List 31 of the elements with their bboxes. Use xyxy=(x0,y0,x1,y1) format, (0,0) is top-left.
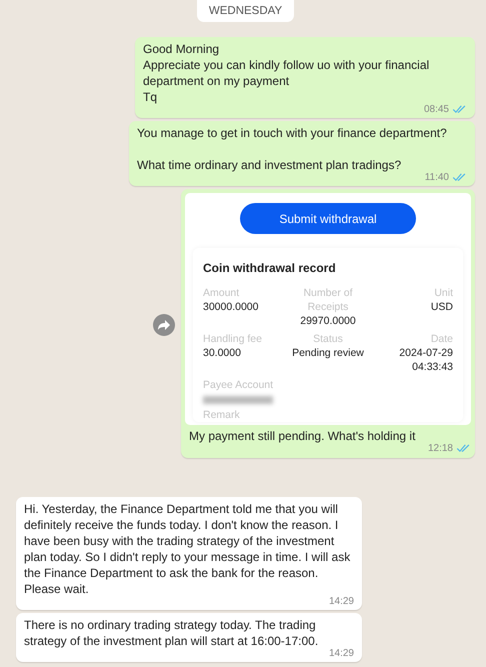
message-time: 14:29 xyxy=(328,648,354,659)
field-label: Amount xyxy=(203,286,240,300)
field-label: Status xyxy=(312,332,344,346)
date-chip: WEDNESDAY xyxy=(196,0,294,22)
submit-withdrawal-button[interactable]: Submit withdrawal xyxy=(240,203,416,234)
field-label: Remark xyxy=(203,408,241,422)
field-value: Pending review xyxy=(291,346,365,360)
field-label: Unit xyxy=(433,286,453,300)
message-text: Hi. Yesterday, the Finance Department told me that you will definitely receive the funds today. I don't know the reason. I have been busy with the trading strategy of the investment plan today. So I didn't reply to your message in time. I will ask the Finance Department to ask the bank for the reason. Please wait. xyxy=(24,502,350,596)
record-title: Coin withdrawal record xyxy=(203,260,337,276)
message-time: 08:45 xyxy=(424,104,449,115)
field-value: USD xyxy=(430,300,453,314)
field-label: Number of Receipts xyxy=(302,286,354,314)
message-time: 11:40 xyxy=(424,172,449,183)
message-time: 12:18 xyxy=(428,443,453,454)
field-value: 29970.0000 xyxy=(299,314,357,328)
message-time: 14:29 xyxy=(328,596,354,607)
field-value: 2024-07-29 04:33:43 xyxy=(398,346,453,374)
message-text: There is no ordinary trading strategy today. The trading strategy of the investment plan will start at 16:00-17:00. xyxy=(24,618,318,648)
message-text: My payment still pending. What's holding it xyxy=(189,429,416,443)
message-text: What time ordinary and investment plan tradings? xyxy=(137,158,402,172)
field-label: Date xyxy=(430,332,453,346)
field-value: 30.0000 xyxy=(203,346,242,360)
field-label: Handling fee xyxy=(203,332,263,346)
forward-icon[interactable] xyxy=(153,314,175,336)
message-text: You manage to get in touch with your finance department? xyxy=(137,126,447,140)
field-value: 30000.0000 xyxy=(203,300,260,314)
message-text: Good Morning xyxy=(143,42,220,56)
field-label: Payee Account xyxy=(203,378,274,392)
message-text: Appreciate you can kindly follow uo with your financial department on my payment xyxy=(143,58,430,88)
message-text: Tq xyxy=(143,90,158,104)
